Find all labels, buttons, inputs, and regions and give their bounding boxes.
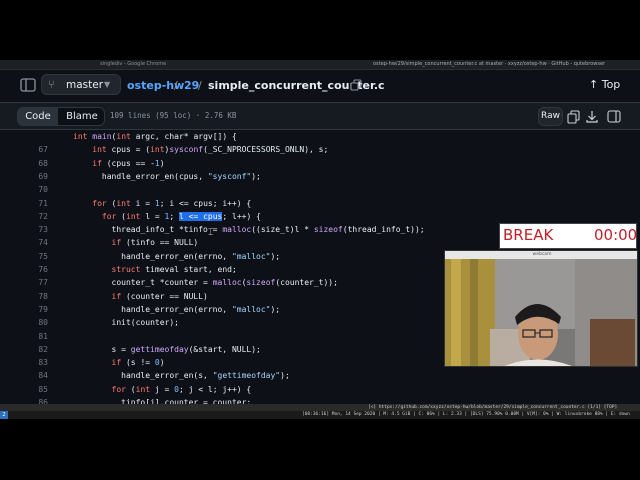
bottom-black-band xyxy=(0,419,640,480)
code-text: tinfo[j].counter = counter; xyxy=(73,398,252,404)
breadcrumb-separator: / xyxy=(174,79,178,92)
webcam-overlay: webcam xyxy=(444,250,638,367)
line-number[interactable]: 71 xyxy=(20,197,48,210)
code-line: 85 for (int j = 0; j < l; j++) { xyxy=(0,383,640,396)
branch-name: master xyxy=(66,79,104,91)
code-text: struct timeval start, end; xyxy=(111,265,237,274)
line-number[interactable]: 69 xyxy=(20,170,48,183)
break-time: 00:00 xyxy=(594,226,638,244)
webcam-image xyxy=(445,259,637,366)
code-text: if (cpus == -1) xyxy=(92,158,165,168)
download-icon[interactable] xyxy=(583,107,601,126)
code-text: if (s != 0) xyxy=(111,358,165,368)
tab-blame[interactable]: Blame xyxy=(59,108,104,125)
code-line: 70 xyxy=(0,183,640,196)
file-info: 109 lines (95 loc) · 2.76 KB xyxy=(110,111,237,120)
line-number[interactable]: 68 xyxy=(20,157,48,170)
break-timer: BREAK 00:00 xyxy=(499,223,637,249)
system-status-text: [08:36:16] Mon, 14 Sep 2020 | M: 4.5 GiB… xyxy=(302,412,630,417)
tab-code[interactable]: Code xyxy=(18,108,58,125)
line-number[interactable]: 70 xyxy=(20,183,48,196)
code-text: for (int i = 1; i <= cpus; i++) { xyxy=(92,198,252,208)
webcam-title: webcam xyxy=(445,251,637,259)
top-black-band xyxy=(0,0,640,60)
code-text: if (counter == NULL) xyxy=(111,291,208,301)
system-status-bar: 2 [08:36:16] Mon, 14 Sep 2020 | M: 4.5 G… xyxy=(0,411,640,419)
line-number[interactable]: 76 xyxy=(20,263,48,276)
code-text: thread_info_t *tinfo = malloc((size_t)l … xyxy=(73,225,425,235)
code-line: 69 handle_error_en(cpus, "sysconf"); xyxy=(0,170,640,183)
raw-button[interactable]: Raw xyxy=(538,107,563,126)
text-cursor-icon: ⌶ xyxy=(208,228,214,238)
code-line: 71 for (int i = 1; i <= cpus; i++) { xyxy=(0,197,640,210)
workspace-indicator[interactable]: 2 xyxy=(0,411,8,419)
code-line: 86 tinfo[j].counter = counter; xyxy=(0,396,640,404)
line-number[interactable]: 79 xyxy=(20,303,48,316)
code-text: int cpus = (int)sysconf(_SC_NPROCESSORS_… xyxy=(92,145,329,155)
code-line: 84 handle_error_en(s, "gettimeofday"); xyxy=(0,369,640,382)
code-text: init(counter); xyxy=(73,318,179,328)
line-number[interactable]: 77 xyxy=(20,276,48,289)
code-text: int main(int argc, char* argv[]) { xyxy=(73,132,237,141)
code-text: if (tinfo == NULL) xyxy=(111,238,199,248)
line-number[interactable]: 75 xyxy=(20,250,48,263)
browser-url-statusbar: [<] https://github.com/xxyzz/ostep-hw/bl… xyxy=(0,404,640,411)
back-to-top-link[interactable]: ↑ Top xyxy=(589,78,620,91)
code-text: for (int l = 1; l <= cpus; l++) { xyxy=(101,211,261,221)
line-number[interactable]: 85 xyxy=(20,383,48,396)
code-text: handle_error_en(errno, "malloc"); xyxy=(73,251,281,261)
arrow-up-icon: ↑ xyxy=(589,78,599,91)
status-url: [<] https://github.com/xxyzz/ostep-hw/bl… xyxy=(368,405,618,410)
code-text: handle_error_en(cpus, "sysconf"); xyxy=(73,171,261,181)
line-number[interactable]: 72 xyxy=(20,210,48,223)
line-number[interactable]: 83 xyxy=(20,356,48,369)
copy-content-icon[interactable] xyxy=(565,107,583,126)
line-number[interactable]: 80 xyxy=(20,316,48,329)
line-number[interactable]: 86 xyxy=(20,396,48,404)
line-number[interactable]: 84 xyxy=(20,369,48,382)
line-number[interactable]: 82 xyxy=(20,343,48,356)
code-blame-toggle: Code Blame xyxy=(17,107,105,126)
line-number[interactable]: 73 xyxy=(20,223,48,236)
code-line: 68 if (cpus == -1) xyxy=(0,157,640,170)
chevron-down-icon: ▼ xyxy=(104,80,111,89)
text-selection: l <= cpus xyxy=(179,211,223,221)
line-number[interactable]: 78 xyxy=(20,290,48,303)
line-number[interactable]: 81 xyxy=(20,330,48,343)
other-window-title[interactable]: singlediv - Google Chrome xyxy=(100,60,166,69)
breadcrumb-separator: / xyxy=(198,79,202,92)
top-label: Top xyxy=(601,78,621,91)
code-line: int main(int argc, char* argv[]) { xyxy=(0,130,640,143)
code-line: 67 int cpus = (int)sysconf(_SC_NPROCESSO… xyxy=(0,143,640,156)
break-label: BREAK xyxy=(503,226,554,244)
browser-window-title[interactable]: ostep-hw/29/simple_concurrent_counter.c … xyxy=(373,60,605,69)
branch-icon: ⑂ xyxy=(48,78,55,91)
copy-path-icon[interactable] xyxy=(350,79,362,91)
sidebar-toggle-icon[interactable] xyxy=(18,76,38,94)
symbols-panel-icon[interactable] xyxy=(605,107,623,126)
code-line: 72 for (int l = 1; l <= cpus; l++) { xyxy=(0,210,640,223)
line-number[interactable]: 67 xyxy=(20,143,48,156)
branch-selector-button[interactable]: ⑂ master ▼ xyxy=(41,74,121,95)
code-text: s = gettimeofday(&start, NULL); xyxy=(73,344,261,354)
code-text: counter_t *counter = malloc(sizeof(count… xyxy=(73,278,338,288)
window-title-strip: singlediv - Google Chrome ostep-hw/29/si… xyxy=(0,60,640,70)
code-text: handle_error_en(s, "gettimeofday"); xyxy=(73,371,290,381)
code-text: for (int j = 0; j < l; j++) { xyxy=(111,384,252,394)
line-number[interactable]: 74 xyxy=(20,236,48,249)
code-text: handle_error_en(errno, "malloc"); xyxy=(73,304,281,314)
